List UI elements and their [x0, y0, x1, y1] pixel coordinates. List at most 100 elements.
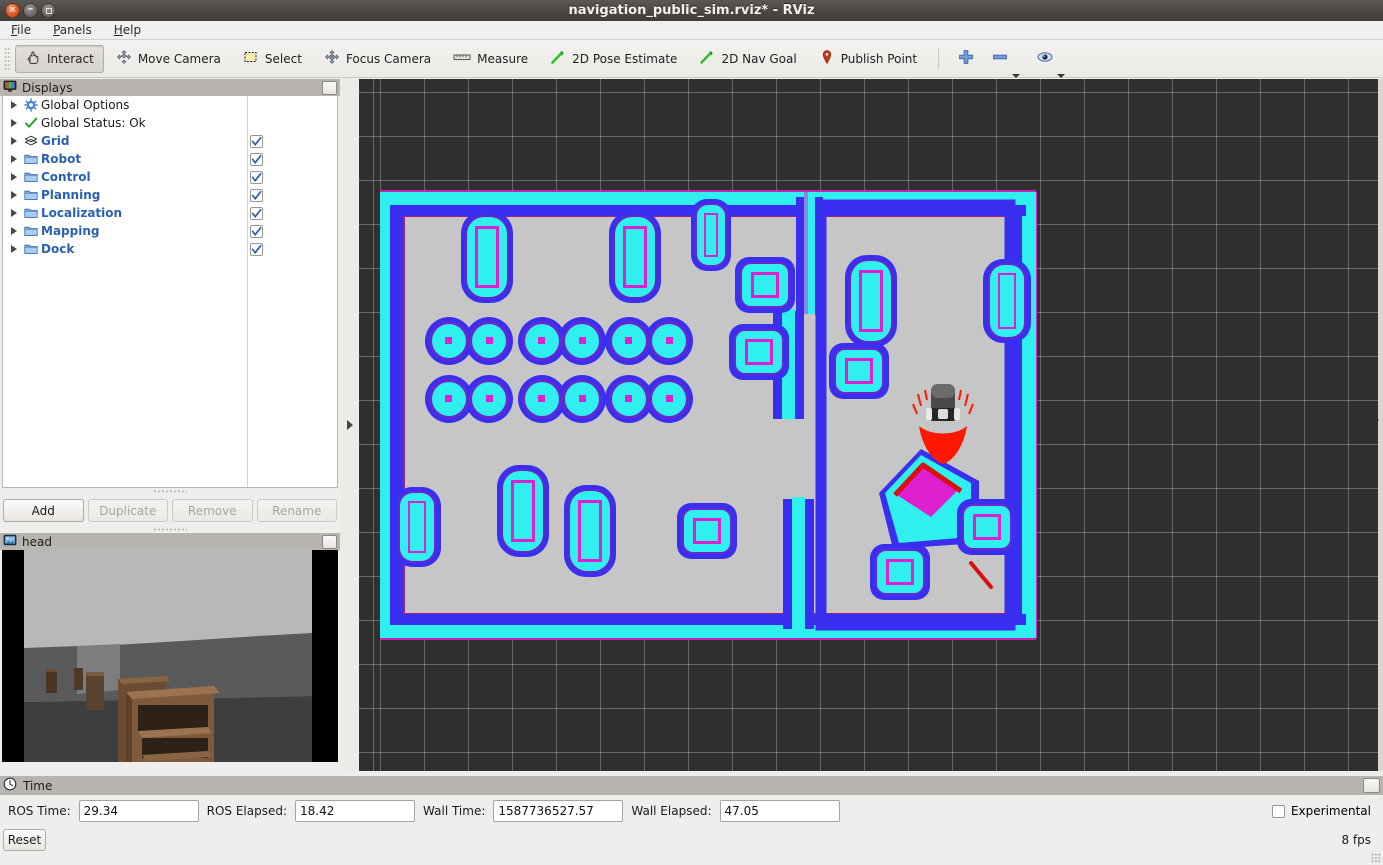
duplicate-button[interactable]: Duplicate: [87, 499, 168, 522]
tree-row-robot[interactable]: Robot: [3, 150, 337, 168]
close-button[interactable]: ×: [5, 3, 20, 18]
tree-checkbox[interactable]: [250, 242, 263, 256]
tool-focus-camera[interactable]: Focus Camera: [314, 45, 441, 73]
tree-checkbox[interactable]: [250, 152, 263, 166]
tree-row-grid[interactable]: Grid: [3, 132, 337, 150]
ruler-icon: [453, 49, 471, 68]
chevron-down-icon[interactable]: [1012, 74, 1021, 78]
menu-panels[interactable]: Panels: [50, 22, 95, 38]
tree-row-global-options[interactable]: Global Options: [3, 96, 337, 114]
maximize-button[interactable]: [41, 3, 56, 18]
zoom-out-button[interactable]: [983, 48, 1028, 78]
tool-select[interactable]: Select: [233, 45, 312, 73]
clock-icon: [3, 777, 17, 794]
tool-2d-nav-goal-label: 2D Nav Goal: [721, 51, 797, 66]
tree-checkbox[interactable]: [250, 188, 263, 202]
toolbar-grip[interactable]: [4, 46, 11, 71]
tool-move-camera[interactable]: Move Camera: [106, 45, 231, 73]
plus-icon: [957, 48, 975, 69]
tool-publish-point-label: Publish Point: [840, 51, 918, 66]
tree-label: Global Status: Ok: [41, 116, 146, 130]
minimize-icon: –: [27, 2, 34, 15]
costmap-render: [380, 190, 1037, 640]
tree-row-planning[interactable]: Planning: [3, 186, 337, 204]
tool-2d-pose-estimate-label: 2D Pose Estimate: [572, 51, 678, 66]
menu-bar: File Panels Help: [0, 21, 1383, 40]
tool-publish-point[interactable]: Publish Point: [809, 45, 927, 73]
expand-arrow-icon[interactable]: [7, 155, 21, 163]
hand-cursor-icon: [25, 49, 41, 68]
tree-row-localization[interactable]: Localization: [3, 204, 337, 222]
zoom-in-button[interactable]: [949, 48, 983, 69]
tree-checkbox[interactable]: [250, 224, 263, 238]
displays-float-button[interactable]: [322, 80, 337, 95]
time-bottom-row: Reset 8 fps: [0, 827, 1383, 853]
reset-button[interactable]: Reset: [3, 829, 46, 851]
tool-move-camera-label: Move Camera: [137, 51, 221, 66]
ros-elapsed-input[interactable]: 18.42: [295, 800, 416, 822]
remove-button[interactable]: Remove: [172, 499, 253, 522]
tree-row-global-status[interactable]: Global Status: Ok: [3, 114, 337, 132]
tree-checkbox[interactable]: [250, 206, 263, 220]
time-float-button[interactable]: [1363, 778, 1380, 793]
displays-panel-header: Displays: [0, 79, 340, 96]
wall-elapsed-value: 47.05: [724, 804, 759, 818]
right-dock-splitter[interactable]: [1378, 79, 1383, 771]
tool-2d-pose-estimate[interactable]: 2D Pose Estimate: [540, 45, 687, 73]
render-viewport[interactable]: [359, 79, 1378, 771]
experimental-checkbox[interactable]: [1271, 804, 1285, 818]
map-pin-icon: [819, 49, 835, 68]
folder-icon: [21, 152, 41, 166]
camera-float-button[interactable]: [322, 534, 337, 549]
expand-arrow-icon[interactable]: [7, 245, 21, 253]
reset-button-label: Reset: [7, 833, 42, 847]
expand-arrow-icon[interactable]: [7, 101, 21, 109]
window-resize-grip[interactable]: [1371, 853, 1381, 863]
expand-arrow-icon[interactable]: [7, 209, 21, 217]
wall-time-label: Wall Time:: [423, 804, 486, 818]
add-button[interactable]: Add: [3, 499, 84, 522]
expand-arrow-icon[interactable]: [7, 227, 21, 235]
tree-label: Planning: [41, 188, 101, 202]
expand-arrow-icon[interactable]: [7, 119, 21, 127]
minus-icon: [991, 48, 1009, 69]
tool-measure[interactable]: Measure: [443, 45, 538, 73]
minimize-button[interactable]: –: [23, 3, 38, 18]
camera-view[interactable]: [2, 550, 338, 762]
remove-button-label: Remove: [187, 503, 237, 518]
menu-help[interactable]: Help: [111, 22, 144, 38]
ros-elapsed-label: ROS Elapsed:: [206, 804, 288, 818]
time-panel-title: Time: [23, 778, 53, 793]
tool-interact[interactable]: Interact: [15, 44, 104, 73]
camera-image-icon: [3, 533, 17, 550]
folder-icon: [21, 188, 41, 202]
wall-elapsed-input[interactable]: 47.05: [719, 800, 840, 822]
tree-row-control[interactable]: Control: [3, 168, 337, 186]
nav-goal-arrow-icon: [699, 49, 715, 68]
displays-tree[interactable]: Global Options Global Status: Ok Grid Ro…: [2, 96, 338, 488]
tree-row-mapping[interactable]: Mapping: [3, 222, 337, 240]
expand-arrow-icon[interactable]: [7, 173, 21, 181]
visibility-button[interactable]: [1028, 48, 1073, 78]
experimental-checkbox-group[interactable]: Experimental: [1271, 804, 1371, 818]
grid-icon: [21, 134, 41, 148]
eye-icon: [1036, 48, 1054, 69]
tree-checkbox[interactable]: [250, 170, 263, 184]
camera-render: [2, 550, 338, 762]
tree-checkbox[interactable]: [250, 134, 263, 148]
add-button-label: Add: [31, 503, 55, 518]
rename-button[interactable]: Rename: [256, 499, 337, 522]
menu-file[interactable]: File: [8, 22, 34, 38]
tree-row-dock[interactable]: Dock: [3, 240, 337, 258]
chevron-down-icon[interactable]: [1057, 74, 1066, 78]
ros-time-input[interactable]: 29.34: [78, 800, 199, 822]
folder-icon: [21, 206, 41, 220]
folder-icon: [21, 242, 41, 256]
wall-elapsed-label: Wall Elapsed:: [631, 804, 712, 818]
expand-arrow-icon[interactable]: [7, 191, 21, 199]
camera-splitter-handle[interactable]: [0, 526, 340, 532]
wall-time-input[interactable]: 1587736527.57: [493, 800, 624, 822]
expand-arrow-icon[interactable]: [7, 137, 21, 145]
tool-2d-nav-goal[interactable]: 2D Nav Goal: [689, 45, 806, 73]
left-dock-collapse-handle[interactable]: [340, 79, 359, 771]
